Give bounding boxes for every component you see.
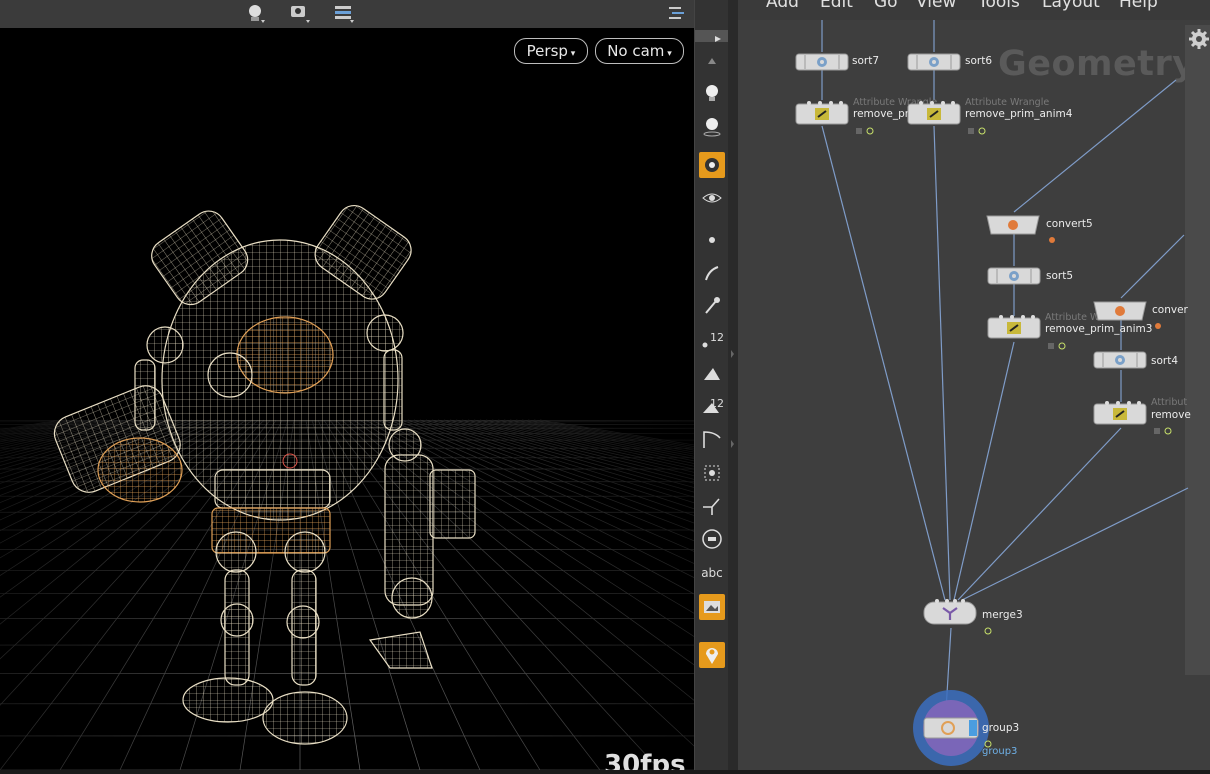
node-group3[interactable] [911,688,991,770]
point-icon[interactable] [699,227,725,253]
svg-text:12: 12 [710,397,724,410]
node-merge3[interactable] [923,598,979,632]
abc-button[interactable]: abc [699,560,725,586]
node-flag-icon [983,621,993,640]
camera-mode-label: Persp [526,42,568,60]
node-remove-prim-anim3[interactable] [987,314,1043,346]
node-remove-prim[interactable] [795,100,851,132]
dropdown-arrow-icon: ▾ [664,49,672,59]
pin-icon[interactable] [699,293,725,319]
prim-icon[interactable] [699,360,725,386]
viewport-tool-shelf: 12 12 abc [694,0,729,770]
node-convert-right[interactable] [1093,298,1149,326]
node-sort4[interactable] [1093,350,1148,374]
node-sort5[interactable] [987,266,1042,290]
node-label-remove-prim: remove_pri [853,108,913,120]
node-remove-right[interactable] [1093,400,1149,432]
node-convert5[interactable] [986,212,1042,240]
node-label-sort6: sort6 [965,55,993,67]
dropdown-arrow-icon: ▾ [567,49,576,59]
scroll-up-icon[interactable] [699,48,725,74]
render-camera-icon[interactable] [699,152,725,178]
shelf-header [695,30,729,42]
node-label-convert5: convert5 [1046,218,1093,230]
node-flag-icons [1153,421,1177,440]
node-label-convert-right: conver [1152,304,1188,316]
node-type-attribut: Attribut [1151,397,1188,408]
normal-icon[interactable] [699,493,725,519]
circle-button-icon[interactable] [699,526,725,552]
marker-icon[interactable] [699,642,725,668]
node-remove-prim-anim4[interactable] [907,100,963,132]
node-flag-icons [1047,336,1071,355]
light-bulb-alt-icon[interactable] [699,113,725,139]
background-image-icon[interactable] [699,594,725,620]
camera-mode-menu[interactable]: Persp ▾ [514,38,588,64]
node-label-remove-prim-anim4: remove_prim_anim4 [965,108,1073,120]
fps-readout: 30fps [604,750,686,770]
prim-number-icon[interactable]: 12 [699,393,725,419]
camera-select-menu[interactable]: No cam ▾ [595,38,684,64]
camera-select-label: No cam [607,42,665,60]
light-bulb-icon[interactable] [699,80,725,106]
node-sort7[interactable] [795,52,850,76]
wireframe-scene[interactable] [0,0,694,770]
node-label-remove-right: remove [1151,409,1191,421]
visibility-icon[interactable] [699,185,725,211]
node-flag-icons [855,121,879,140]
curve-icon[interactable] [699,426,725,452]
node-sort6[interactable] [907,52,962,76]
node-sub-group3: group3 [982,746,1018,757]
node-flag-icon [1153,316,1163,335]
node-type-attribute-wrangle-2: Attribute Wrangle [965,97,1050,108]
scene-viewport[interactable]: ? [0,0,694,770]
snap-curve-icon[interactable] [699,260,725,286]
node-label-sort5: sort5 [1046,270,1074,282]
node-label-group3: group3 [982,722,1020,734]
point-number-icon[interactable]: 12 [699,326,725,352]
network-editor[interactable]: Add Edit Go View Tools Layout Help Geome… [738,0,1210,770]
grid-icon[interactable] [699,460,725,486]
node-flag-icon [1047,230,1057,249]
svg-text:12: 12 [710,331,724,344]
node-label-sort4: sort4 [1151,355,1179,367]
node-label-sort7: sort7 [852,55,880,67]
pane-splitter[interactable] [728,0,738,770]
node-flag-icons [967,121,991,140]
node-type-attribute-w: Attribute W [1045,312,1100,323]
node-label-merge3: merge3 [982,609,1023,621]
